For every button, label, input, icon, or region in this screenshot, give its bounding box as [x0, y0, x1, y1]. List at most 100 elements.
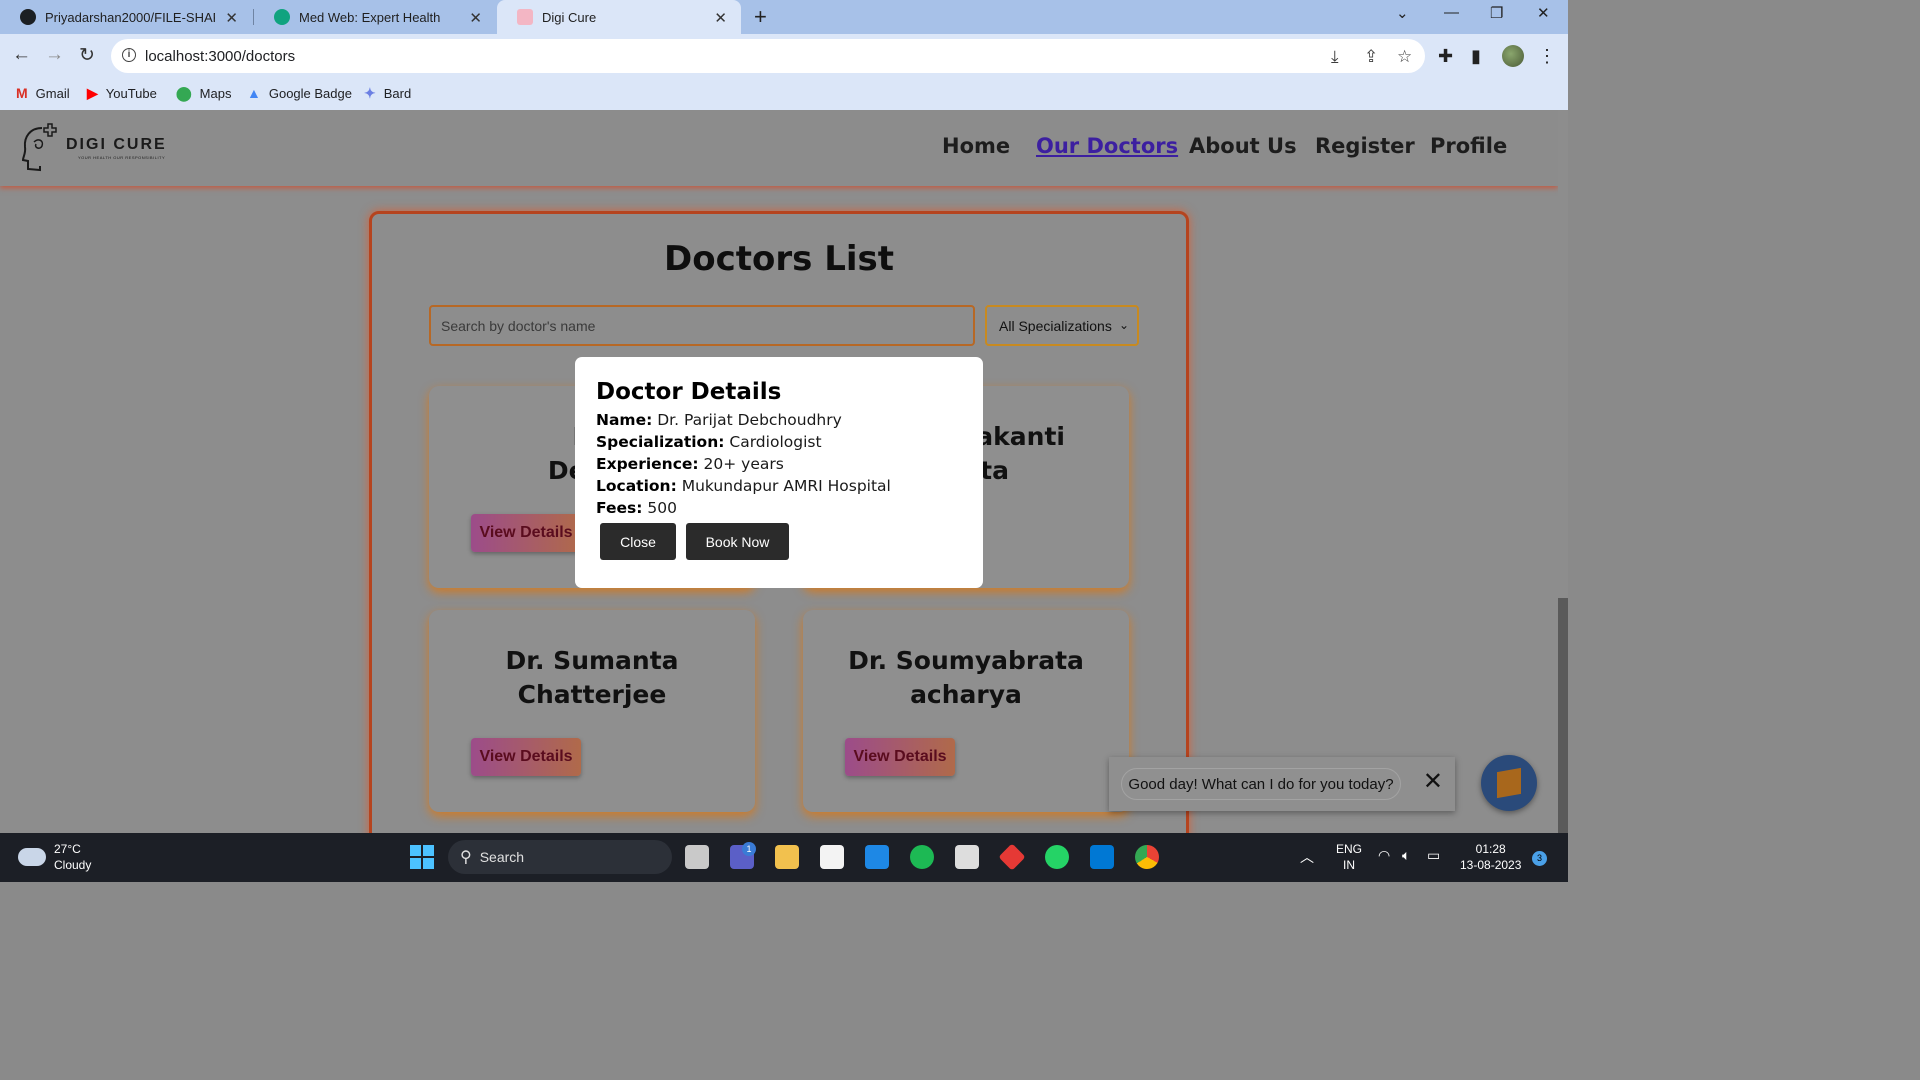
taskbar-search-label: Search	[479, 849, 525, 865]
vscode-icon[interactable]	[1090, 845, 1114, 869]
forward-icon[interactable]: →	[45, 44, 64, 66]
bookmark-label: YouTube	[105, 86, 157, 101]
chatbot-launcher-button[interactable]	[1481, 755, 1537, 811]
field-value: Dr. Parijat Debchoudhry	[657, 411, 842, 429]
doctor-card: Dr. Soumyabrata acharya View Details	[803, 610, 1129, 812]
anydesk-icon[interactable]	[998, 843, 1026, 871]
task-view-icon[interactable]	[685, 845, 709, 869]
tab-med-web[interactable]: Med Web: Expert Health ✕	[254, 0, 496, 34]
view-details-button[interactable]: View Details	[471, 514, 581, 552]
detail-experience: Experience: 20+ years	[596, 453, 962, 475]
doctor-name-line: Dr. Sumanta	[505, 646, 679, 675]
doctor-name-line: Chatterjee	[517, 680, 667, 709]
bookmark-gmail[interactable]: M Gmail	[16, 85, 70, 101]
cube-icon	[1497, 767, 1521, 799]
bookmark-bard[interactable]: ✦ Bard	[364, 85, 411, 102]
bookmark-youtube[interactable]: ▶ YouTube	[87, 85, 157, 102]
close-icon[interactable]: ✕	[225, 9, 238, 27]
specialization-select[interactable]: All Specializations ⌄	[985, 305, 1139, 346]
tab-title: Med Web: Expert Health	[299, 9, 441, 25]
doctor-details-modal: Doctor Details Name: Dr. Parijat Debchou…	[575, 357, 983, 588]
tab-digi-cure[interactable]: Digi Cure ✕	[497, 0, 741, 34]
bookmark-label: Google Badge	[268, 85, 352, 101]
tab-github[interactable]: Priyadarshan2000/FILE-SHARE-FI ✕	[0, 0, 252, 34]
doctor-name: Dr. Soumyabrata acharya	[803, 644, 1129, 712]
whatsapp-icon[interactable]	[1045, 845, 1069, 869]
field-value: 500	[647, 499, 677, 517]
gmail-icon: M	[16, 85, 28, 101]
nav-profile[interactable]: Profile	[1430, 134, 1507, 158]
view-details-button[interactable]: View Details	[845, 738, 955, 776]
chevron-up-icon[interactable]: ︿	[1300, 847, 1314, 867]
close-icon[interactable]: ✕	[714, 9, 727, 27]
page-scrollbar[interactable]	[1558, 110, 1568, 833]
install-icon[interactable]: ⤓	[1331, 47, 1339, 67]
file-explorer-icon[interactable]	[775, 845, 799, 869]
view-details-button[interactable]: View Details	[471, 738, 581, 776]
reload-icon[interactable]: ↻	[79, 44, 95, 67]
window-close-icon[interactable]: ✕	[1537, 4, 1550, 22]
close-button[interactable]: Close	[600, 523, 676, 560]
browser-toolbar: ← → ↻ i localhost:3000/doctors ⤓ ⇪ ☆ ✚ ▮…	[0, 34, 1568, 78]
address-bar[interactable]: i localhost:3000/doctors ⤓ ⇪ ☆	[111, 39, 1425, 73]
doctor-name-line: acharya	[910, 680, 1022, 709]
clock[interactable]: 01:28 13-08-2023	[1460, 841, 1521, 873]
chrome-icon[interactable]	[1135, 845, 1159, 869]
detail-name: Name: Dr. Parijat Debchoudhry	[596, 409, 962, 431]
close-icon[interactable]: ✕	[1423, 767, 1443, 796]
logo-tagline: YOUR HEALTH OUR RESPONSIBILITY	[78, 155, 166, 160]
bookmark-google-badge[interactable]: ▲ Google Badge	[247, 85, 352, 101]
digi-cure-logo[interactable]: DIGI CURE YOUR HEALTH OUR RESPONSIBILITY	[20, 122, 190, 174]
wifi-icon[interactable]: ◠	[1378, 847, 1390, 864]
nav-our-doctors[interactable]: Our Doctors	[1036, 134, 1178, 158]
specialization-selected: All Specializations	[999, 317, 1112, 334]
extensions-icon[interactable]: ✚	[1438, 46, 1453, 67]
nav-register[interactable]: Register	[1315, 134, 1415, 158]
scrollbar-thumb[interactable]	[1558, 598, 1568, 833]
url-text: localhost:3000/doctors	[145, 48, 296, 65]
logo-text: DIGI CURE	[66, 136, 167, 153]
microsoft-store-icon[interactable]	[820, 845, 844, 869]
language-code: ENG	[1336, 842, 1363, 856]
nav-about-us[interactable]: About Us	[1189, 134, 1297, 158]
volume-icon[interactable]: 🔈︎	[1402, 847, 1410, 864]
app-icon[interactable]	[955, 845, 979, 869]
windows-start-icon[interactable]	[410, 845, 434, 869]
weather-widget[interactable]: 27°C Cloudy	[18, 841, 91, 873]
bookmark-label: Maps	[199, 86, 232, 101]
restore-icon[interactable]: ❐	[1490, 4, 1503, 22]
detail-specialization: Specialization: Cardiologist	[596, 431, 962, 453]
close-icon[interactable]: ✕	[469, 9, 482, 27]
site-info-icon[interactable]: i	[122, 48, 136, 62]
book-now-button[interactable]: Book Now	[686, 523, 789, 560]
chatbot-greeting: Good day! What can I do for you today? ✕	[1109, 757, 1455, 811]
language-indicator[interactable]: ENG IN	[1336, 841, 1362, 873]
tab-title: Digi Cure	[542, 9, 597, 25]
menu-icon[interactable]: ⋮	[1538, 46, 1556, 67]
back-icon[interactable]: ←	[12, 44, 31, 66]
youtube-icon: ▶	[87, 85, 98, 101]
notification-count[interactable]: 3	[1532, 851, 1547, 866]
doctor-search-input[interactable]	[429, 305, 975, 346]
minimize-icon[interactable]: —	[1444, 4, 1459, 21]
new-tab-icon[interactable]: +	[754, 4, 767, 30]
search-icon: ⚲	[460, 849, 472, 866]
spotify-icon[interactable]	[910, 845, 934, 869]
detail-location: Location: Mukundapur AMRI Hospital	[596, 475, 962, 497]
field-label: Location:	[596, 477, 677, 495]
profile-avatar[interactable]	[1502, 45, 1524, 67]
bookmarks-bar: M Gmail ▶ YouTube ⬤ Maps ▲ Google Badge …	[0, 78, 1568, 110]
tab-search-chevron-icon[interactable]: ⌄	[1396, 4, 1409, 22]
mail-icon[interactable]	[865, 845, 889, 869]
chatgpt-icon	[274, 9, 290, 25]
nav-home[interactable]: Home	[942, 134, 1010, 158]
date: 13-08-2023	[1460, 858, 1522, 872]
bookmark-star-icon[interactable]: ☆	[1397, 47, 1412, 67]
windows-taskbar: 27°C Cloudy ⚲ Search 1 ︿ ENG IN ◠ 🔈︎ ▭ 0…	[0, 833, 1568, 882]
share-icon[interactable]: ⇪	[1364, 47, 1378, 67]
bookmark-maps[interactable]: ⬤ Maps	[176, 85, 231, 102]
taskbar-search[interactable]: ⚲ Search	[448, 840, 672, 874]
battery-icon[interactable]: ▭	[1427, 847, 1440, 864]
chat-message[interactable]: Good day! What can I do for you today?	[1121, 768, 1401, 800]
side-panel-icon[interactable]: ▮	[1471, 46, 1481, 67]
